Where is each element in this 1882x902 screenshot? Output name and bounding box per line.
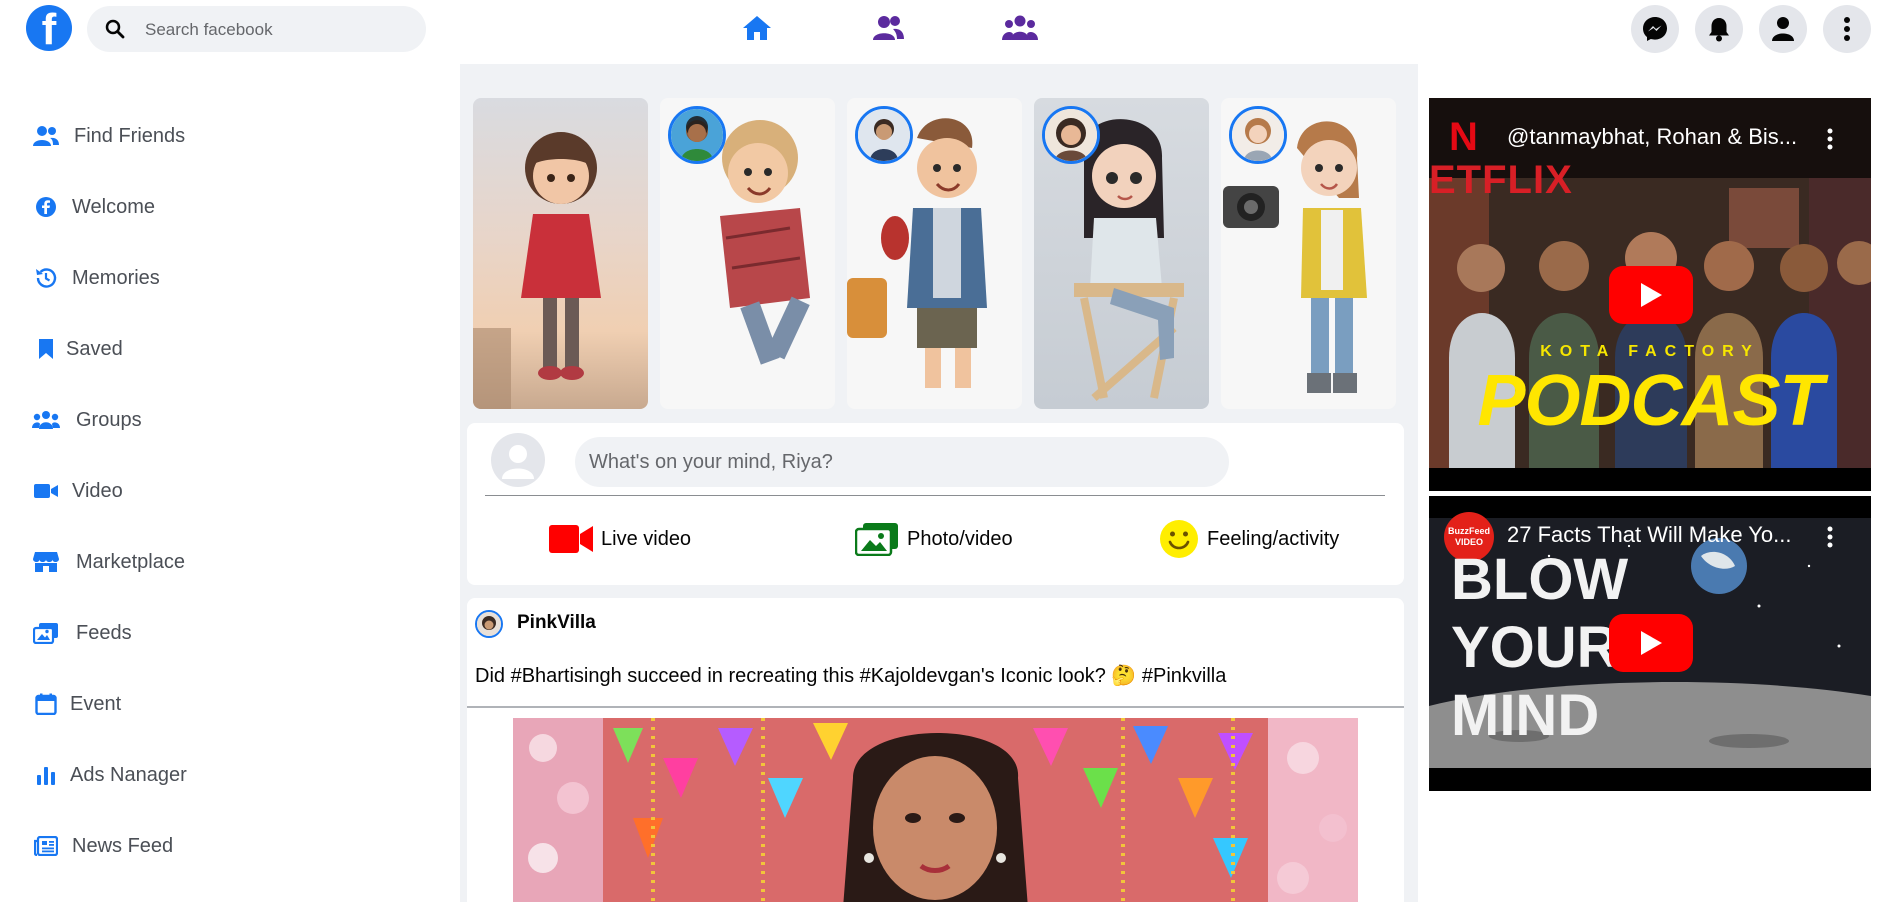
account-button[interactable]: [1759, 5, 1807, 53]
sidebar-item-groups[interactable]: Groups: [32, 400, 142, 440]
friends-icon[interactable]: [868, 12, 908, 44]
facebook-logo[interactable]: f: [26, 5, 72, 51]
sidebar-item-saved[interactable]: Saved: [32, 329, 123, 369]
post-author-name[interactable]: PinkVilla: [517, 612, 596, 634]
feed-post: PinkVilla Did #Bhartisingh succeed in re…: [467, 598, 1404, 902]
story-card[interactable]: [1221, 98, 1396, 409]
sidebar-item-memories[interactable]: Memories: [32, 258, 160, 298]
search-placeholder: Search facebook: [145, 20, 273, 39]
messenger-icon: [1643, 17, 1667, 41]
friends-icon: [32, 122, 60, 150]
post-author-avatar[interactable]: [475, 610, 503, 638]
story-card[interactable]: [847, 98, 1022, 409]
feeling-activity-label: Feeling/activity: [1207, 527, 1340, 550]
photo-icon: [855, 523, 898, 556]
story-avatar: [1229, 106, 1287, 164]
netflix-logo: N: [1449, 115, 1478, 159]
kota-factory-text: KOTA FACTORY: [1540, 343, 1760, 360]
sidebar-item-video[interactable]: Video: [32, 471, 123, 511]
top-navigation-bar: f Search facebook: [0, 0, 1882, 64]
menu-button[interactable]: [1823, 5, 1871, 53]
play-icon: [1641, 283, 1662, 307]
post-composer: What's on your mind, Riya? Live video Ph…: [467, 423, 1404, 585]
video-embed-kota-factory[interactable]: ETFLIX N @tanmaybhat, Rohan & Bis... KOT…: [1429, 98, 1871, 491]
messenger-button[interactable]: [1631, 5, 1679, 53]
story-avatar: [855, 106, 913, 164]
composer-divider: [485, 495, 1385, 496]
sidebar-item-label: Event: [70, 692, 122, 715]
store-icon: [32, 548, 60, 576]
sidebar-item-label: Memories: [72, 266, 160, 289]
sidebar-item-label: Find Friends: [74, 124, 186, 147]
left-sidebar: Find Friends Welcome Memories Saved Grou…: [0, 64, 460, 902]
play-icon: [1641, 631, 1662, 655]
post-image[interactable]: [513, 718, 1358, 902]
bookmark-icon: [32, 335, 60, 363]
profile-icon: [1772, 17, 1794, 41]
story-card[interactable]: [1034, 98, 1209, 409]
overlay-line: YOUR: [1451, 615, 1619, 680]
groups-icon: [32, 406, 60, 434]
play-button[interactable]: [1609, 266, 1693, 324]
sidebar-item-label: Groups: [76, 408, 142, 431]
sidebar-item-label: Ads Nanager: [70, 763, 187, 786]
sidebar-item-label: Video: [72, 479, 123, 502]
live-video-icon: [549, 525, 593, 553]
blow-your-mind-text: BLOW YOUR MIND: [1451, 546, 1628, 750]
story-character-image: [473, 132, 601, 409]
live-video-button[interactable]: Live video: [549, 519, 691, 559]
sidebar-item-label: Welcome: [72, 195, 155, 218]
search-icon: [105, 19, 125, 39]
story-avatar: [1042, 106, 1100, 164]
feeling-activity-button[interactable]: Feeling/activity: [1159, 519, 1339, 559]
bar-chart-icon: [32, 761, 60, 789]
sidebar-item-welcome[interactable]: Welcome: [32, 187, 155, 227]
sidebar-item-ads-manager[interactable]: Ads Nanager: [32, 755, 187, 795]
menu-icon: [1844, 17, 1850, 41]
sidebar-item-feeds[interactable]: Feeds: [32, 613, 132, 653]
photo-video-button[interactable]: Photo/video: [855, 519, 1013, 559]
groups-icon[interactable]: [1000, 12, 1040, 44]
sidebar-item-news-feed[interactable]: News Feed: [32, 826, 173, 866]
story-card[interactable]: [660, 98, 835, 409]
live-video-label: Live video: [601, 527, 692, 550]
overlay-line: BLOW: [1451, 547, 1629, 612]
calendar-icon: [32, 690, 60, 718]
video-menu-icon[interactable]: [1827, 526, 1833, 548]
video-icon: [32, 477, 60, 505]
video-menu-icon[interactable]: [1827, 128, 1833, 150]
feeds-icon: [32, 619, 60, 647]
sidebar-item-event[interactable]: Event: [32, 684, 121, 724]
sidebar-item-label: Saved: [66, 337, 123, 360]
play-button[interactable]: [1609, 614, 1693, 672]
sidebar-item-label: Marketplace: [76, 550, 185, 573]
whats-on-your-mind-input[interactable]: What's on your mind, Riya?: [575, 437, 1229, 487]
photo-video-label: Photo/video: [907, 527, 1013, 550]
sidebar-item-label: News Feed: [72, 834, 174, 857]
video-title[interactable]: @tanmaybhat, Rohan & Bis...: [1507, 124, 1797, 150]
sidebar-item-label: Feeds: [76, 621, 132, 644]
newspaper-icon: [32, 832, 60, 860]
sidebar-item-find-friends[interactable]: Find Friends: [32, 116, 185, 156]
netflix-watermark: ETFLIX: [1429, 158, 1573, 202]
video-embed-buzzfeed[interactable]: BuzzFeed VIDEO 27 Facts That Will Make Y…: [1429, 496, 1871, 791]
sidebar-item-marketplace[interactable]: Marketplace: [32, 542, 185, 582]
post-text: Did #Bhartisingh succeed in recreating t…: [475, 665, 1227, 687]
history-icon: [32, 264, 60, 292]
notifications-button[interactable]: [1695, 5, 1743, 53]
post-divider: [467, 706, 1404, 708]
facebook-icon: [32, 193, 60, 221]
video-title[interactable]: 27 Facts That Will Make Yo...: [1507, 522, 1792, 548]
bell-icon: [1709, 18, 1729, 42]
story-card[interactable]: [473, 98, 648, 409]
smiley-icon: [1160, 520, 1198, 558]
search-box[interactable]: Search facebook: [87, 6, 426, 52]
story-avatar: [668, 106, 726, 164]
podcast-text: PODCAST: [1477, 361, 1823, 441]
overlay-line: MIND: [1451, 683, 1600, 748]
user-avatar[interactable]: [491, 433, 545, 487]
home-icon[interactable]: [737, 12, 777, 44]
